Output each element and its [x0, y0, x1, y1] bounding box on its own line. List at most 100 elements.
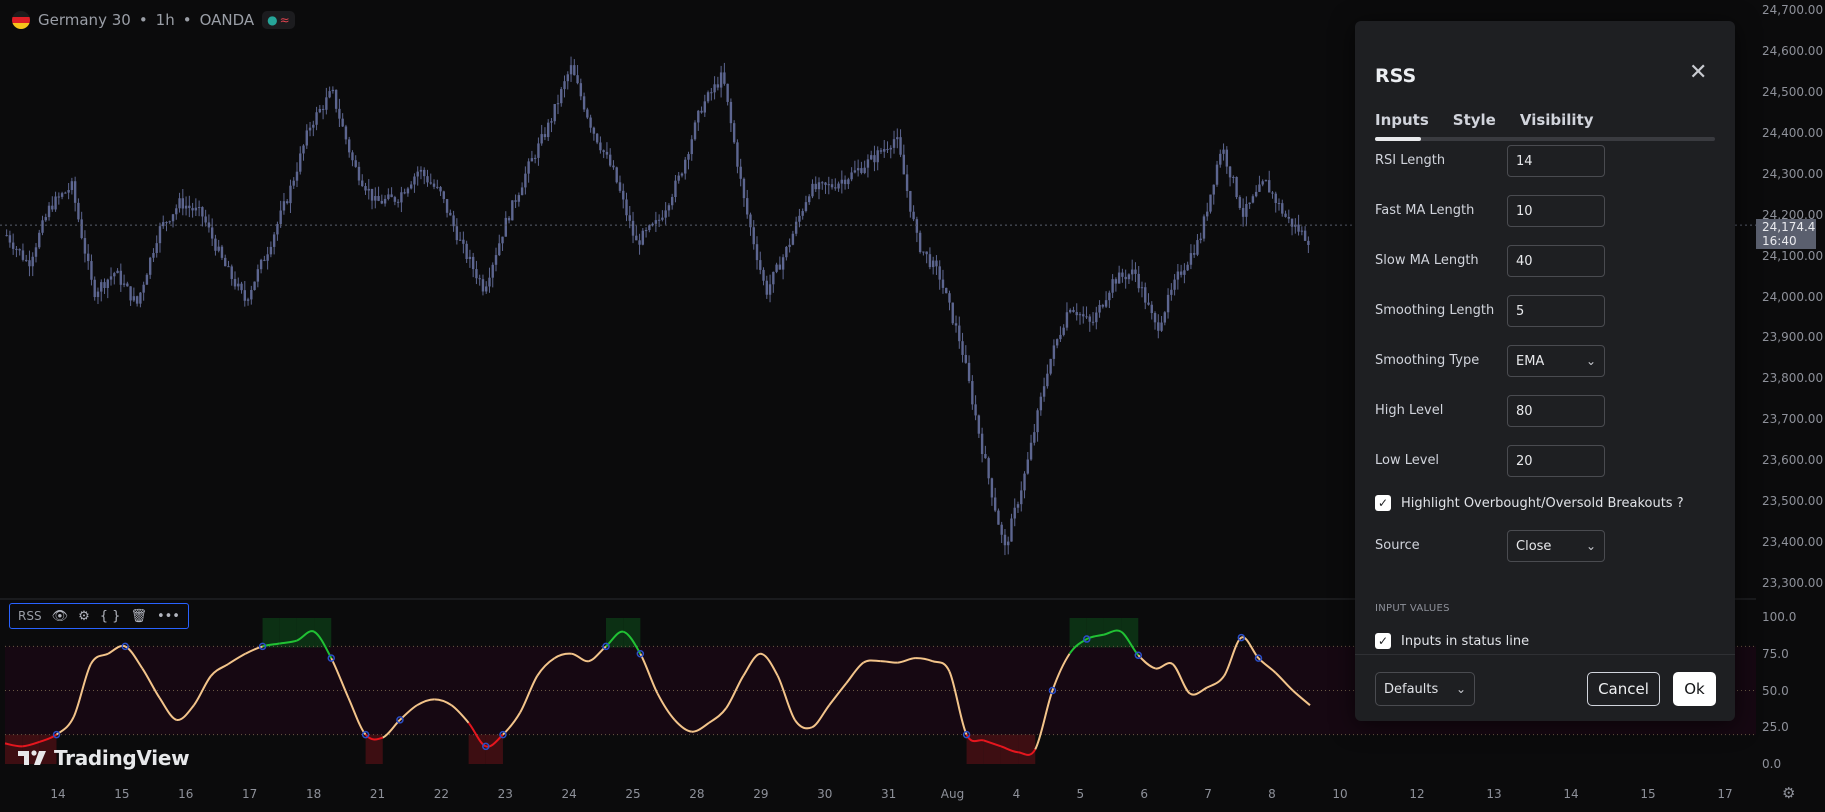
input-values-section-header: INPUT VALUES	[1375, 603, 1450, 614]
candle-body	[132, 296, 136, 301]
candle-body	[821, 182, 824, 184]
candle-body	[364, 186, 367, 191]
candle-body	[759, 260, 762, 270]
candle-body	[635, 235, 638, 241]
candle-body	[830, 184, 834, 188]
candle-body	[644, 230, 648, 232]
highlight-breakouts-row[interactable]: ✓ Highlight Overbought/Oversold Breakout…	[1375, 495, 1684, 511]
settings-icon[interactable]: ⚙	[78, 609, 90, 624]
candle-body	[188, 205, 191, 209]
close-icon[interactable]: ✕	[1689, 62, 1707, 84]
candle-body	[922, 251, 925, 253]
candle-body	[762, 269, 765, 281]
indicator-legend[interactable]: RSS 👁 ⚙ { } 🗑 •••	[9, 603, 189, 629]
rsi-length-label: RSI Length	[1375, 153, 1446, 168]
footer-divider	[1355, 654, 1735, 655]
oversold-highlight	[1018, 734, 1036, 764]
rsi-length-input[interactable]: 14	[1507, 145, 1605, 177]
chart-settings-gear-icon[interactable]: ⚙	[1782, 784, 1795, 802]
candle-body	[713, 84, 716, 93]
candle-body	[471, 256, 475, 270]
candle-body	[1091, 321, 1095, 323]
candle-body	[1287, 216, 1290, 219]
status-line-checkbox[interactable]: ✓	[1375, 633, 1391, 649]
source-select[interactable]: Close ⌄	[1507, 530, 1605, 562]
smoothing-length-input[interactable]: 5	[1507, 295, 1605, 327]
market-status-pill[interactable]: ● ≈	[262, 11, 295, 29]
candle-body	[1248, 202, 1251, 204]
candle-body	[569, 65, 573, 75]
candle-body	[530, 158, 534, 162]
candle-body	[775, 264, 778, 272]
defaults-dropdown[interactable]: Defaults ⌄	[1375, 672, 1475, 706]
candle-body	[145, 274, 149, 285]
candle-body	[1049, 358, 1052, 374]
candle-body	[90, 261, 93, 280]
smoothing-type-select[interactable]: EMA ⌄	[1507, 345, 1605, 377]
candle-body	[292, 180, 295, 186]
candle-body	[1235, 176, 1238, 198]
candle-body	[31, 256, 34, 267]
slow-ma-length-input[interactable]: 40	[1507, 245, 1605, 277]
time-axis-label: 7	[1204, 787, 1212, 801]
candle-body	[60, 193, 64, 197]
eye-icon[interactable]: 👁	[52, 609, 69, 624]
candle-body	[1232, 176, 1235, 178]
candle-body	[86, 253, 90, 262]
candle-body	[648, 225, 651, 231]
source-code-icon[interactable]: { }	[100, 609, 121, 624]
candle-body	[318, 108, 322, 113]
candle-body	[344, 126, 348, 140]
candle-body	[628, 215, 631, 221]
high-level-input[interactable]: 80	[1507, 395, 1605, 427]
candle-body	[1258, 184, 1261, 192]
candle-body	[80, 219, 83, 239]
candle-body	[670, 197, 674, 206]
candle-body	[915, 219, 919, 233]
candle-body	[5, 235, 8, 237]
more-icon[interactable]: •••	[157, 609, 180, 624]
candle-body	[1134, 269, 1137, 274]
candle-body	[135, 296, 139, 304]
price-axis-label: 23,900.00	[1762, 330, 1824, 345]
candle-body	[1055, 339, 1059, 346]
candle-body	[374, 196, 377, 201]
candle-body	[1199, 238, 1202, 241]
candle-body	[765, 280, 768, 295]
highlight-breakouts-checkbox[interactable]: ✓	[1375, 495, 1391, 511]
candle-body	[563, 81, 566, 90]
ok-button[interactable]: Ok	[1673, 672, 1716, 706]
candle-body	[367, 188, 370, 191]
status-line-row[interactable]: ✓ Inputs in status line	[1375, 633, 1529, 649]
tab-visibility[interactable]: Visibility	[1520, 111, 1594, 129]
candle-body	[426, 176, 429, 183]
tab-inputs[interactable]: Inputs	[1375, 111, 1429, 129]
symbol-legend[interactable]: Germany 30 • 1h • OANDA ● ≈	[12, 8, 295, 32]
candle-body	[377, 196, 380, 201]
candle-body	[312, 124, 315, 128]
tab-style[interactable]: Style	[1453, 111, 1496, 129]
status-line-label: Inputs in status line	[1401, 633, 1530, 649]
candle-body	[1023, 473, 1026, 491]
candle-body	[1104, 300, 1108, 307]
candle-body	[406, 188, 410, 194]
low-level-input[interactable]: 20	[1507, 445, 1605, 477]
candle-body	[126, 283, 129, 287]
candle-body	[282, 201, 286, 211]
candle-body	[272, 234, 276, 247]
candle-body	[1095, 312, 1098, 323]
candle-body	[250, 289, 253, 300]
time-axis-label: 22	[433, 787, 449, 801]
candle-body	[1000, 524, 1003, 535]
trash-icon[interactable]: 🗑	[130, 609, 147, 624]
candle-body	[918, 232, 922, 253]
fast-ma-length-input[interactable]: 10	[1507, 195, 1605, 227]
candle-body	[488, 277, 491, 287]
candle-body	[1307, 240, 1310, 245]
candle-body	[361, 180, 364, 187]
candle-body	[948, 293, 951, 303]
price-axis-label: 24,300.00	[1762, 166, 1824, 181]
cancel-button[interactable]: Cancel	[1587, 672, 1660, 706]
overbought-highlight	[1086, 618, 1104, 648]
candle-body	[1059, 334, 1062, 340]
